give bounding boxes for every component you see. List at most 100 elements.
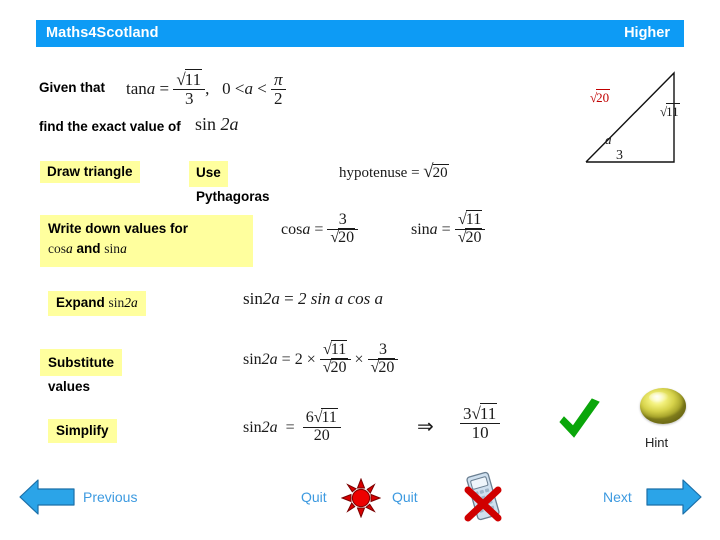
write-values-cos: cos xyxy=(48,241,66,257)
step-write-values-line1: Write down values for xyxy=(48,221,189,236)
write-values-var1: a xyxy=(66,241,73,257)
quit-sun-svg xyxy=(340,477,382,519)
sub-fraction-2: 3 √20 xyxy=(367,341,399,376)
tan-function: tan xyxy=(126,79,147,99)
simplified-equation: sin2a = 6√11 20 xyxy=(243,408,341,445)
find-target-expression: sin 2a xyxy=(195,114,239,135)
final-answer: 3√11 10 xyxy=(460,403,501,442)
final-answer-fraction: 3√11 10 xyxy=(460,403,501,441)
write-values-and: and xyxy=(76,241,101,257)
no-calculator-svg xyxy=(464,471,502,522)
previous-arrow-icon[interactable] xyxy=(18,478,76,516)
previous-button-label[interactable]: Previous xyxy=(83,489,137,505)
range-denominator: 2 xyxy=(274,88,283,108)
header-band: Maths4Scotland Higher xyxy=(36,20,684,47)
quit-sun-icon[interactable] xyxy=(340,477,382,519)
write-values-sin: sin xyxy=(104,241,121,257)
find-sin-argument: 2a xyxy=(220,114,239,134)
right-triangle-diagram: √20 √11 3 a xyxy=(568,62,718,174)
sin-variable: a xyxy=(429,220,438,238)
quit-button-right-label[interactable]: Quit xyxy=(392,489,418,505)
next-button-label[interactable]: Next xyxy=(603,489,632,505)
step-substitute-line2: values xyxy=(48,379,91,395)
triangle-svg xyxy=(585,71,675,163)
simplify-lhs-fn: sin xyxy=(243,418,262,436)
expand-rhs: 2 sin a cos a xyxy=(297,289,383,308)
range-numerator-pi: π xyxy=(271,71,286,90)
step-expand: Expand sin2a xyxy=(48,291,146,316)
sqrt-11-top: √11 xyxy=(176,69,203,89)
given-equation: tana = √11 3 , 0 <a < π 2 xyxy=(126,69,286,108)
step-expand-arg: 2a xyxy=(124,295,138,310)
step-simplify: Simplify xyxy=(48,419,117,443)
simplify-equals: = xyxy=(285,418,295,436)
triangle-opposite-label: √11 xyxy=(660,103,680,119)
triangle-hypotenuse-label: √20 xyxy=(590,89,611,105)
simplify-num-coeff: 6 xyxy=(305,409,314,426)
cos-variable: a xyxy=(302,220,311,238)
simplify-denominator: 20 xyxy=(313,426,330,444)
triangle-angle-label: a xyxy=(605,132,612,147)
given-variable-alpha: a xyxy=(146,79,156,99)
step-use-pythagoras: Use Pythagoras xyxy=(189,161,324,206)
sin-fraction: √11 √20 xyxy=(454,210,486,246)
step-draw-triangle: Draw triangle xyxy=(40,161,140,183)
range-lower: 0 < xyxy=(222,79,245,99)
sin-denominator-radical: √20 xyxy=(457,227,483,246)
sub-f1-denominator: 20 xyxy=(330,357,348,376)
sub-equals: = xyxy=(281,350,291,368)
sin-function: sin xyxy=(411,220,430,238)
hint-button[interactable] xyxy=(640,388,686,424)
step-expand-label: Expand xyxy=(56,295,105,310)
hypotenuse-equals: = xyxy=(411,165,420,181)
expand-lhs-arg: 2a xyxy=(262,289,280,308)
sub-lhs-fn: sin xyxy=(243,350,262,368)
find-sin-function: sin xyxy=(195,114,217,134)
sin-numerator-radical: √11 xyxy=(458,210,483,228)
step-use-pythagoras-line2: Pythagoras xyxy=(196,188,270,204)
step-substitute-line1: Substitute xyxy=(40,349,122,377)
range-variable-alpha: a xyxy=(244,79,253,99)
step-write-values: Write down values for cosa and sina xyxy=(40,215,253,267)
sub-f2-numerator: 3 xyxy=(367,341,399,360)
next-arrow-svg xyxy=(646,479,702,515)
given-denominator: 3 xyxy=(184,88,194,108)
sub-times-1: × xyxy=(306,350,316,368)
no-calculator-icon xyxy=(455,468,511,524)
expand-lhs-fn: sin xyxy=(243,289,263,308)
cos-function: cos xyxy=(281,220,303,238)
next-arrow-icon[interactable] xyxy=(645,478,703,516)
triangle-adjacent-label: 3 xyxy=(616,148,623,163)
given-that-label: Given that xyxy=(39,80,106,95)
find-exact-value-label: find the exact value of xyxy=(39,119,181,134)
hint-button-gloss xyxy=(649,392,669,403)
quit-button-left-label[interactable]: Quit xyxy=(301,489,327,505)
sin-alpha-equation: sina = √11 √20 xyxy=(411,210,486,247)
cos-alpha-equation: cosa = 3 √20 xyxy=(281,211,359,247)
course-level-label: Higher xyxy=(624,25,670,41)
cos-numerator: 3 xyxy=(327,211,359,230)
step-substitute: Substitute values xyxy=(40,349,196,396)
simplify-num-radicand: 11 xyxy=(321,408,338,426)
given-equals-sign: = xyxy=(159,79,170,99)
hypotenuse-radical: √20 xyxy=(423,161,449,182)
sub-fraction-1: √11 √20 xyxy=(319,340,351,376)
given-comma: , xyxy=(205,79,210,99)
correct-tick-icon xyxy=(556,396,602,442)
tick-svg xyxy=(559,398,600,438)
sin-equals: = xyxy=(441,220,451,238)
double-angle-identity: sin2a = 2 sin a cos a xyxy=(243,289,383,309)
sub-coefficient: 2 xyxy=(294,350,303,368)
step-use-pythagoras-line1: Use xyxy=(189,161,228,187)
slide-root: Maths4Scotland Higher Given that tana = … xyxy=(0,0,720,540)
page-title: Maths4Scotland xyxy=(46,25,159,41)
hint-label[interactable]: Hint xyxy=(645,435,668,450)
range-fraction: π 2 xyxy=(271,71,286,107)
implies-arrow: ⇒ xyxy=(417,416,434,438)
cos-fraction: 3 √20 xyxy=(327,211,359,246)
sub-f1-numerator: 11 xyxy=(330,340,348,358)
given-fraction: √11 3 xyxy=(173,69,206,108)
write-values-var2: a xyxy=(120,241,127,257)
range-less-than: < xyxy=(257,79,267,99)
previous-arrow-svg xyxy=(19,479,75,515)
